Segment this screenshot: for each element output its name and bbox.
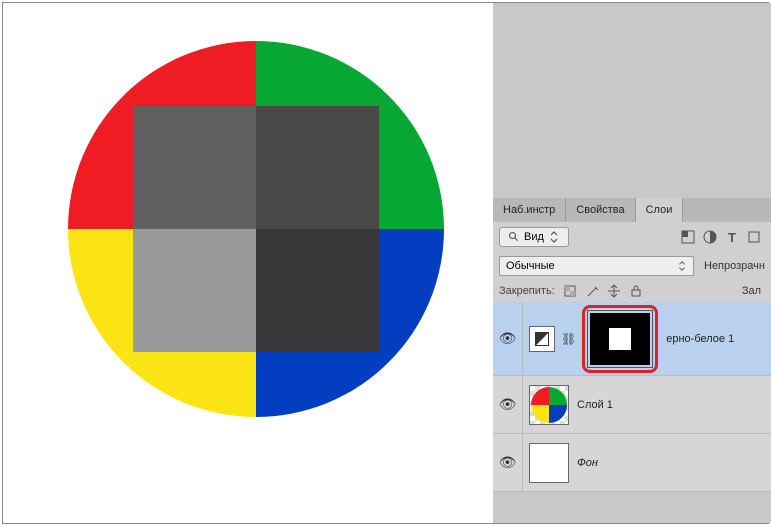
chevron-updown-icon bbox=[677, 261, 687, 271]
layer-background[interactable]: 👁 Фон bbox=[493, 434, 771, 492]
visibility-toggle-icon[interactable]: 👁 bbox=[499, 396, 517, 413]
filter-text-icon[interactable]: T bbox=[725, 230, 739, 244]
visibility-toggle-icon[interactable]: 👁 bbox=[499, 454, 517, 471]
layers-panel: Наб.инстр Свойства Слои Вид T Обычные Не bbox=[493, 198, 771, 492]
layer-name-label[interactable]: Слой 1 bbox=[577, 399, 613, 411]
filter-kind-dropdown[interactable]: Вид bbox=[499, 227, 569, 247]
layer-1[interactable]: 👁 Слой 1 bbox=[493, 376, 771, 434]
filter-pixel-icon[interactable] bbox=[681, 230, 695, 244]
panel-tabs: Наб.инстр Свойства Слои bbox=[493, 198, 771, 222]
opacity-label: Непрозрачн bbox=[704, 260, 765, 272]
chevron-updown-icon bbox=[548, 231, 560, 243]
layer-thumbnail[interactable] bbox=[529, 443, 569, 483]
layer-mask-thumbnail[interactable] bbox=[590, 313, 650, 365]
tab-properties[interactable]: Свойства bbox=[566, 198, 635, 222]
filter-shape-icon[interactable] bbox=[747, 230, 761, 244]
fill-label: Зал bbox=[742, 285, 761, 297]
mask-highlight-marker bbox=[582, 305, 658, 373]
tab-layers[interactable]: Слои bbox=[636, 198, 684, 222]
blend-mode-value: Обычные bbox=[506, 260, 555, 272]
layer-thumbnail[interactable] bbox=[529, 385, 569, 425]
gray-square-br bbox=[256, 229, 379, 352]
gray-square-tr bbox=[256, 106, 379, 229]
filter-adjustment-icon[interactable] bbox=[703, 230, 717, 244]
lock-transparency-icon[interactable] bbox=[563, 284, 577, 298]
artwork-circle bbox=[68, 41, 444, 417]
lock-position-icon[interactable] bbox=[607, 284, 621, 298]
lock-label: Закрепить: bbox=[499, 285, 555, 297]
layers-list: 👁 ⛓ ерно-белое 1 bbox=[493, 302, 771, 492]
visibility-toggle-icon[interactable]: 👁 bbox=[499, 330, 517, 347]
adjustment-thumbnail[interactable] bbox=[529, 326, 555, 352]
layer-name-label[interactable]: ерно-белое 1 bbox=[666, 333, 734, 345]
gray-square-tl bbox=[133, 106, 256, 229]
layer-adjustment[interactable]: 👁 ⛓ ерно-белое 1 bbox=[493, 302, 771, 376]
lock-all-icon[interactable] bbox=[629, 284, 643, 298]
blend-mode-select[interactable]: Обычные bbox=[499, 256, 694, 276]
link-icon[interactable]: ⛓ bbox=[561, 332, 576, 346]
layer-name-label[interactable]: Фон bbox=[577, 457, 598, 469]
tab-tools[interactable]: Наб.инстр bbox=[493, 198, 566, 222]
lock-pixels-icon[interactable] bbox=[585, 284, 599, 298]
canvas-area[interactable] bbox=[3, 3, 493, 523]
gray-square-bl bbox=[133, 229, 256, 352]
search-icon bbox=[508, 231, 520, 243]
filter-kind-label: Вид bbox=[524, 231, 544, 243]
